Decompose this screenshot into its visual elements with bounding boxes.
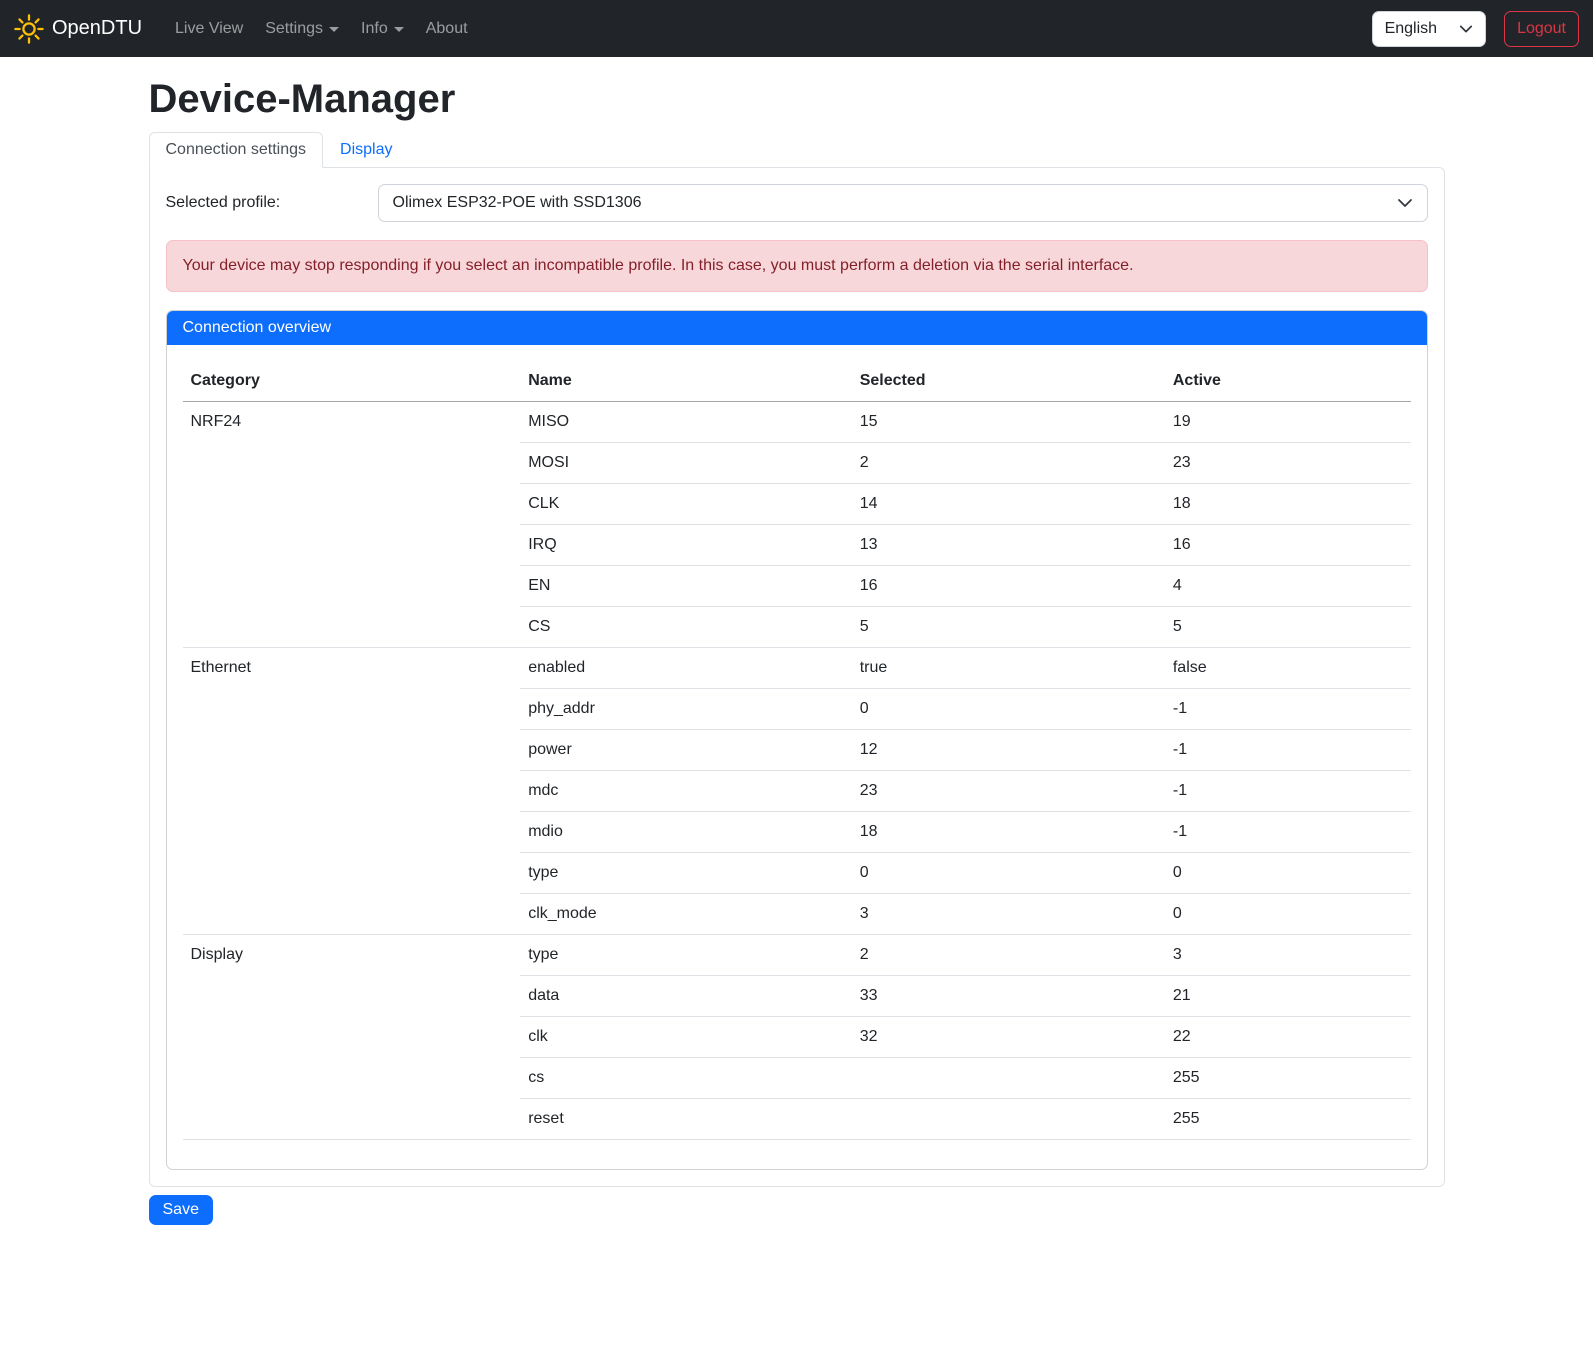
- name-cell: enabled: [520, 648, 852, 689]
- warning-alert: Your device may stop responding if you s…: [166, 240, 1428, 292]
- nav-item-about[interactable]: About: [415, 12, 479, 46]
- active-cell: 3: [1165, 935, 1411, 976]
- name-cell: EN: [520, 566, 852, 607]
- name-cell: mdio: [520, 812, 852, 853]
- selected-cell: 13: [852, 525, 1165, 566]
- active-cell: -1: [1165, 730, 1411, 771]
- name-cell: clk_mode: [520, 894, 852, 935]
- selected-cell: 12: [852, 730, 1165, 771]
- name-cell: IRQ: [520, 525, 852, 566]
- page-title: Device-Manager: [149, 77, 1445, 122]
- table-row: Ethernetenabledtruefalse: [183, 648, 1411, 689]
- category-cell-nrf24: NRF24: [183, 402, 521, 648]
- selected-cell: 14: [852, 484, 1165, 525]
- active-cell: -1: [1165, 812, 1411, 853]
- nav-item-settings[interactable]: Settings: [254, 12, 350, 46]
- selected-cell: 0: [852, 689, 1165, 730]
- selected-cell: 5: [852, 607, 1165, 648]
- name-cell: type: [520, 935, 852, 976]
- column-header-name: Name: [520, 361, 852, 402]
- active-cell: 22: [1165, 1017, 1411, 1058]
- active-cell: 255: [1165, 1099, 1411, 1140]
- selected-cell: 23: [852, 771, 1165, 812]
- nav-links: Live ViewSettingsInfoAbout: [164, 12, 479, 46]
- active-cell: 0: [1165, 853, 1411, 894]
- selected-profile-label: Selected profile:: [166, 194, 378, 212]
- column-header-active: Active: [1165, 361, 1411, 402]
- active-cell: 16: [1165, 525, 1411, 566]
- table-row: NRF24MISO1519: [183, 402, 1411, 443]
- connection-overview-body: CategoryNameSelectedActive NRF24MISO1519…: [167, 345, 1427, 1169]
- table-header-row: CategoryNameSelectedActive: [183, 361, 1411, 402]
- profile-select[interactable]: Olimex ESP32-POE with SSD1306: [378, 184, 1428, 222]
- profile-select-value: Olimex ESP32-POE with SSD1306: [393, 194, 642, 212]
- active-cell: 19: [1165, 402, 1411, 443]
- selected-cell: 2: [852, 443, 1165, 484]
- tab-content-card: Selected profile: Olimex ESP32-POE with …: [149, 167, 1445, 1187]
- language-value: English: [1385, 20, 1437, 38]
- active-cell: false: [1165, 648, 1411, 689]
- name-cell: clk: [520, 1017, 852, 1058]
- name-cell: phy_addr: [520, 689, 852, 730]
- name-cell: type: [520, 853, 852, 894]
- name-cell: mdc: [520, 771, 852, 812]
- active-cell: 4: [1165, 566, 1411, 607]
- name-cell: CLK: [520, 484, 852, 525]
- sun-icon: [14, 14, 44, 44]
- active-cell: 5: [1165, 607, 1411, 648]
- name-cell: MISO: [520, 402, 852, 443]
- selected-cell: 18: [852, 812, 1165, 853]
- brand-link[interactable]: OpenDTU: [14, 14, 142, 44]
- name-cell: data: [520, 976, 852, 1017]
- selected-cell: [852, 1058, 1165, 1099]
- brand-label: OpenDTU: [52, 17, 142, 40]
- chevron-down-icon: [329, 27, 339, 32]
- selected-cell: 32: [852, 1017, 1165, 1058]
- active-cell: 23: [1165, 443, 1411, 484]
- selected-cell: [852, 1099, 1165, 1140]
- nav-item-live-view[interactable]: Live View: [164, 12, 254, 46]
- main-container: Device-Manager Connection settingsDispla…: [137, 77, 1457, 1225]
- selected-cell: 33: [852, 976, 1165, 1017]
- selected-cell: true: [852, 648, 1165, 689]
- selected-cell: 2: [852, 935, 1165, 976]
- active-cell: 21: [1165, 976, 1411, 1017]
- selected-cell: 16: [852, 566, 1165, 607]
- tab-bar: Connection settingsDisplay: [149, 132, 1445, 168]
- active-cell: -1: [1165, 689, 1411, 730]
- name-cell: cs: [520, 1058, 852, 1099]
- selected-cell: 3: [852, 894, 1165, 935]
- tab-connection-settings[interactable]: Connection settings: [149, 132, 324, 168]
- save-button[interactable]: Save: [149, 1195, 213, 1225]
- connection-overview-card: Connection overview CategoryNameSelected…: [166, 310, 1428, 1170]
- selected-cell: 0: [852, 853, 1165, 894]
- category-cell-display: Display: [183, 935, 521, 1140]
- nav-item-info[interactable]: Info: [350, 12, 415, 46]
- connection-overview-table: CategoryNameSelectedActive NRF24MISO1519…: [183, 361, 1411, 1140]
- active-cell: 0: [1165, 894, 1411, 935]
- column-header-category: Category: [183, 361, 521, 402]
- active-cell: 255: [1165, 1058, 1411, 1099]
- chevron-down-icon: [394, 27, 404, 32]
- logout-button[interactable]: Logout: [1504, 11, 1579, 47]
- tab-display[interactable]: Display: [323, 132, 409, 168]
- active-cell: 18: [1165, 484, 1411, 525]
- chevron-down-icon: [1397, 195, 1413, 211]
- selected-profile-row: Selected profile: Olimex ESP32-POE with …: [166, 184, 1428, 222]
- navbar: OpenDTU Live ViewSettingsInfoAbout Engli…: [0, 0, 1593, 57]
- language-select[interactable]: English: [1372, 11, 1486, 47]
- connection-overview-header: Connection overview: [167, 311, 1427, 345]
- active-cell: -1: [1165, 771, 1411, 812]
- chevron-down-icon: [1459, 22, 1473, 36]
- table-row: Displaytype23: [183, 935, 1411, 976]
- category-cell-ethernet: Ethernet: [183, 648, 521, 935]
- name-cell: MOSI: [520, 443, 852, 484]
- name-cell: reset: [520, 1099, 852, 1140]
- column-header-selected: Selected: [852, 361, 1165, 402]
- name-cell: power: [520, 730, 852, 771]
- selected-cell: 15: [852, 402, 1165, 443]
- name-cell: CS: [520, 607, 852, 648]
